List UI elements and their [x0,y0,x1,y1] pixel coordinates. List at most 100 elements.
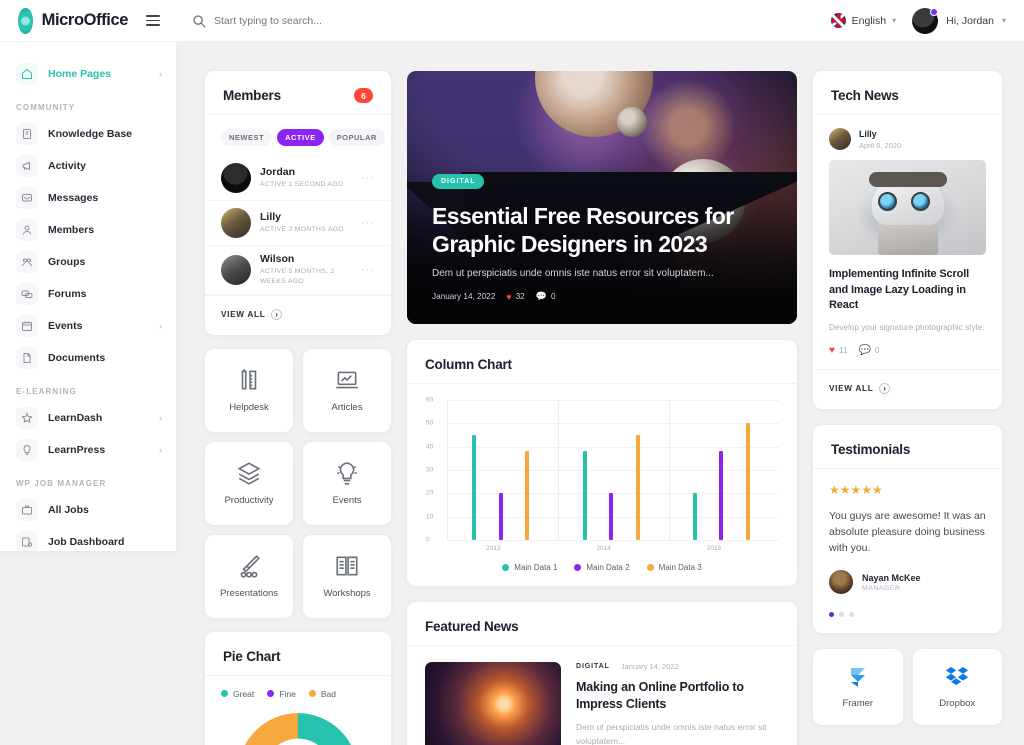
tech-news-author[interactable]: Lilly April 5, 2020 [813,115,1002,160]
sidebar-item-all-jobs[interactable]: All Jobs [0,494,176,526]
sidebar-item-learndash[interactable]: LearnDash › [0,402,176,434]
featured-news-item[interactable]: DIGITAL January 14, 2022 Making an Onlin… [407,646,797,745]
chart-bar[interactable] [582,451,587,540]
hero-comments-count: 0 [550,292,556,301]
chart-bar[interactable] [472,435,477,540]
member-activity: ACTIVE 5 MONTHS, 2 WEEKS AGO [260,268,335,285]
chart-bar[interactable] [635,435,640,540]
top-navigation-bar: MicroOffice English ▾ Hi, Jordan ▾ [0,0,1024,42]
legend-item-bad: Bad [308,689,336,699]
tab-active[interactable]: ACTIVE [277,129,324,146]
sidebar-item-groups[interactable]: Groups [0,246,176,278]
brand[interactable]: MicroOffice [0,7,160,34]
hero-category-tag[interactable]: DIGITAL [432,173,485,189]
featured-news-category[interactable]: DIGITAL [576,663,610,670]
group-icon [16,251,38,273]
more-options-icon[interactable]: ··· [361,264,375,276]
carousel-dot-2[interactable] [839,612,844,618]
sidebar-item-home-pages[interactable]: Home Pages › [0,58,176,90]
chart-gridline [448,423,779,425]
tile-framer[interactable]: Framer [813,649,903,726]
list-item[interactable]: Wilson ACTIVE 5 MONTHS, 2 WEEKS AGO ··· [205,246,391,295]
sidebar-item-members[interactable]: Members [0,214,176,246]
legend-label: Main Data 1 [514,563,558,572]
tile-helpdesk[interactable]: Helpdesk [205,348,293,432]
tile-workshops[interactable]: Workshops [303,534,391,618]
books-icon [336,556,358,576]
user-menu[interactable]: Hi, Jordan ▾ [912,7,1006,34]
list-item[interactable]: Jordan ACTIVE 1 SECOND AGO ··· [205,156,391,201]
sidebar-item-job-dashboard[interactable]: Job Dashboard [0,526,176,551]
x-axis-tick: 2014 [596,545,611,552]
legend-label: Fine [279,688,296,699]
tab-popular[interactable]: POPULAR [328,129,385,146]
sidebar-item-events[interactable]: Events › [0,310,176,342]
chart-gridline [448,446,779,448]
sidebar-item-knowledge-base[interactable]: Knowledge Base [0,118,176,150]
testimonials-title: Testimonials [831,441,911,457]
dashboard-page: MicroOffice English ▾ Hi, Jordan ▾ [0,0,1024,745]
language-selector[interactable]: English ▾ [830,13,896,28]
comment-icon: 💬 [535,291,547,301]
avatar [829,570,853,595]
legend-color-swatch [574,564,582,571]
list-item[interactable]: Lilly ACTIVE 2 MONTHS AGO ··· [205,201,391,246]
testimonial-author: Nayan McKee MANAGER [813,556,1002,595]
hamburger-icon[interactable] [146,15,160,26]
sidebar-item-documents[interactable]: Documents [0,342,176,374]
left-column: Members 6 NEWEST ACTIVE POPULAR Jordan A… [205,71,391,745]
sidebar-item-label: Knowledge Base [48,128,133,140]
avatar [221,208,251,238]
tile-presentations[interactable]: Presentations [205,534,293,618]
chart-bar[interactable] [609,493,614,540]
carousel-dot-3[interactable] [849,612,854,618]
robot-eye-right [910,192,930,212]
carousel-dots[interactable] [813,594,1002,633]
arrow-right-circle-icon: › [879,382,891,394]
chart-bar[interactable] [498,493,503,540]
search-icon[interactable] [192,14,206,28]
tile-articles[interactable]: Articles [303,348,391,432]
briefcase-icon [16,499,38,521]
tech-news-view-all-button[interactable]: VIEW ALL › [813,368,1002,409]
sidebar-item-label: LearnDash [48,412,103,424]
search-input[interactable] [214,14,474,27]
tech-news-headline[interactable]: Implementing Infinite Scroll and Image L… [813,255,1002,314]
sidebar-item-learnpress[interactable]: LearnPress › [0,434,176,466]
right-column: Tech News Lilly April 5, 2020 Implementi… [813,71,1002,726]
tile-events[interactable]: Events [303,441,391,525]
chart-bar[interactable] [692,493,697,540]
comment-icon: 💬 [858,344,871,356]
hero-comments: 💬 0 [536,291,556,302]
sidebar-item-activity[interactable]: Activity [0,150,176,182]
hero-article-card[interactable]: DIGITAL Essential Free Resources for Gra… [407,71,797,324]
chart-bar[interactable] [719,451,724,540]
more-options-icon[interactable]: ··· [361,217,375,229]
hero-body: DIGITAL Essential Free Resources for Gra… [432,170,772,302]
bulb-icon [16,439,38,461]
featured-news-headline: Making an Online Portfolio to Impress Cl… [576,680,744,711]
carousel-dot-1[interactable] [829,612,834,618]
layers-icon [237,462,261,485]
tile-productivity[interactable]: Productivity [205,441,293,525]
tab-newest[interactable]: NEWEST [221,129,273,146]
sidebar-item-messages[interactable]: Messages [0,182,176,214]
tech-news-likes: ♥ 11 [829,345,847,356]
topbar-right: English ▾ Hi, Jordan ▾ [830,7,1024,34]
members-view-all-button[interactable]: VIEW ALL › [205,294,391,335]
more-options-icon[interactable]: ··· [361,172,375,184]
hero-likes: ♥ 32 [506,292,524,302]
sidebar-item-label: All Jobs [48,504,89,516]
avatar [221,254,251,285]
clipboard-icon [16,123,38,145]
tile-label: Productivity [224,495,274,507]
sidebar-item-label: Home Pages [48,68,112,80]
chart-bar[interactable] [745,423,750,540]
legend-color-swatch [267,690,275,698]
chart-bar[interactable] [525,451,530,540]
sidebar-item-label: Messages [48,192,99,204]
tile-dropbox[interactable]: Dropbox [912,649,1002,726]
heart-icon: ♥ [506,291,512,302]
sidebar-item-forums[interactable]: Forums [0,278,176,310]
page-title: Members [223,88,281,103]
